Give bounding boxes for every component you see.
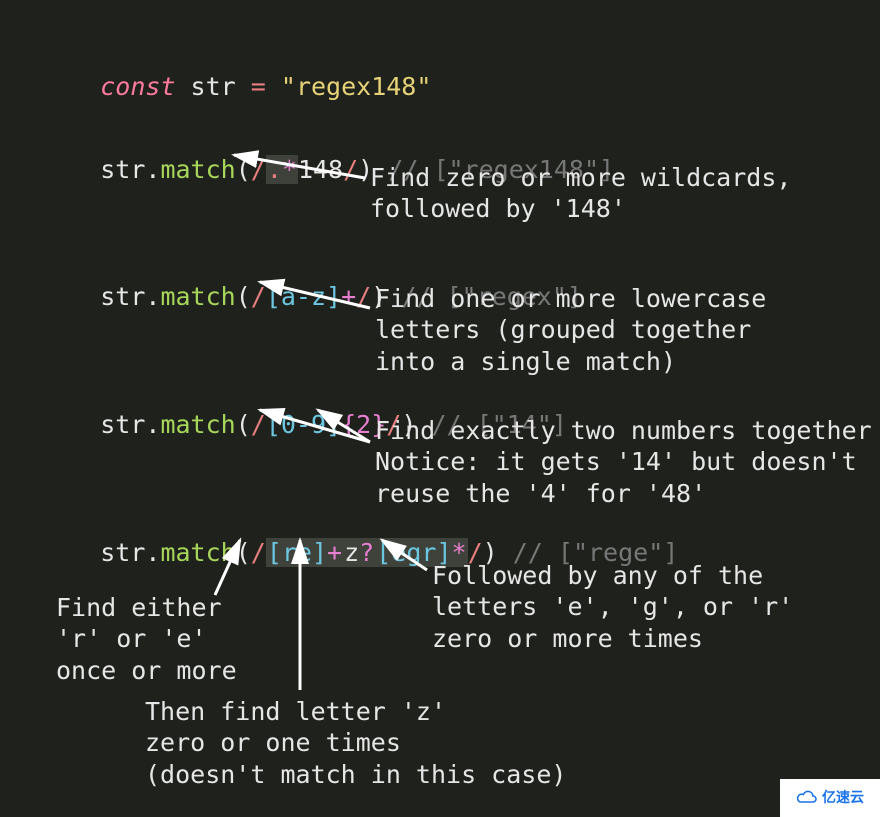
receiver: str	[100, 410, 145, 439]
regex-quantifier: +	[341, 282, 356, 311]
regex-hl-1: .*	[266, 155, 298, 184]
receiver: str	[100, 538, 145, 567]
watermark-badge: 亿速云	[780, 779, 880, 817]
regex-close: /	[343, 155, 358, 184]
receiver: str	[100, 155, 145, 184]
method-match: match	[160, 538, 235, 567]
regex-close: /	[356, 282, 371, 311]
regex-hl-a: [re]+	[266, 538, 343, 567]
annotation-3: Find exactly two numbers together Notice…	[375, 415, 872, 509]
regex-open: /	[251, 282, 266, 311]
equals-operator: =	[251, 72, 266, 101]
annotation-4c: Followed by any of the letters 'e', 'g',…	[432, 560, 793, 654]
regex-charclass: [a-z]	[266, 282, 341, 311]
regex-charclass: [0-9]	[266, 410, 341, 439]
watermark-text: 亿速云	[822, 789, 864, 807]
regex-open: /	[251, 155, 266, 184]
method-match: match	[160, 282, 235, 311]
method-match: match	[160, 410, 235, 439]
receiver: str	[100, 282, 145, 311]
code-explainer-image: const str = "regex148" str.match(/.*148/…	[0, 0, 880, 817]
string-literal: "regex148"	[281, 72, 432, 101]
cloud-icon	[796, 790, 818, 806]
method-match: match	[160, 155, 235, 184]
annotation-4b: Then find letter 'z' zero or one times (…	[145, 696, 566, 790]
var-name: str	[191, 72, 236, 101]
regex-literal: 148	[298, 155, 343, 184]
annotation-4a: Find either 'r' or 'e' once or more	[56, 592, 237, 686]
annotation-2: Find one or more lowercase letters (grou…	[375, 283, 766, 377]
annotation-1: Find zero or more wildcards, followed by…	[370, 162, 791, 225]
keyword-const: const	[100, 72, 175, 101]
regex-open: /	[251, 410, 266, 439]
regex-hl-b: z?	[343, 538, 375, 567]
regex-open: /	[251, 538, 266, 567]
declaration-line: const str = "regex148"	[40, 40, 431, 134]
